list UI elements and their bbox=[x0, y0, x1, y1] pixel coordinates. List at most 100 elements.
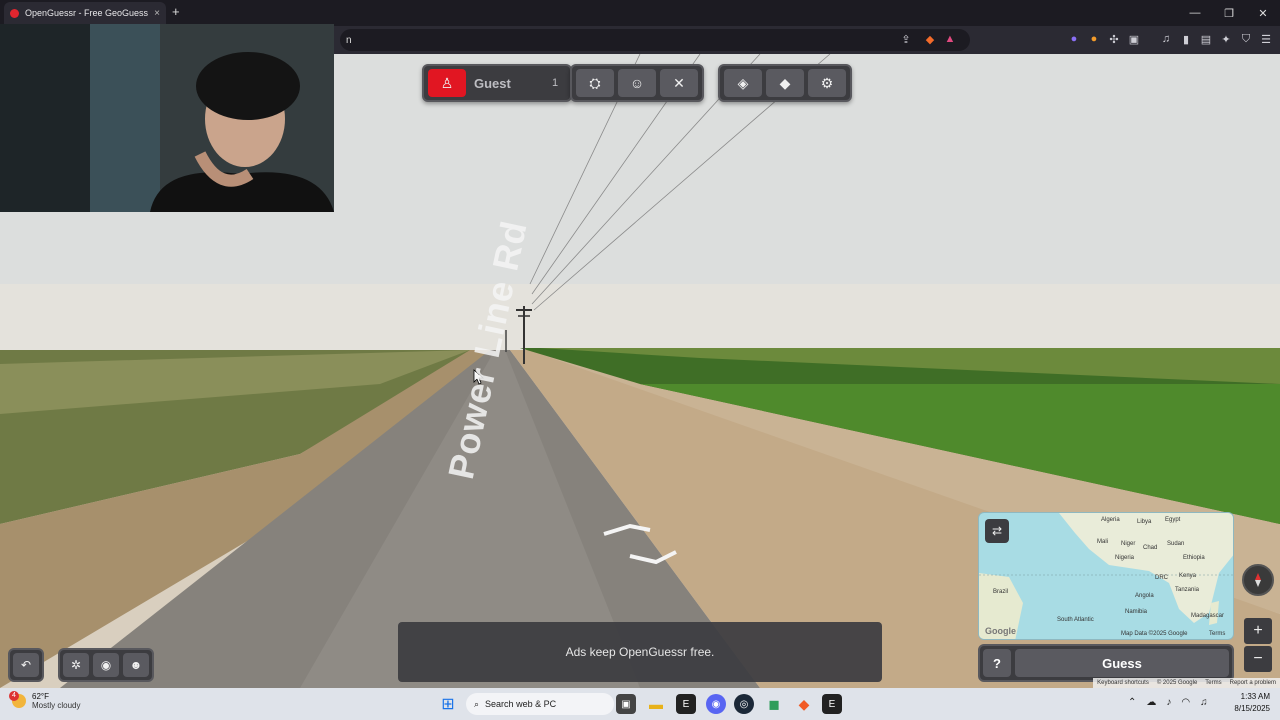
taskbar-search[interactable]: ⌕ Search web & PC bbox=[466, 693, 614, 715]
clock[interactable]: 1:33 AM 8/15/2025 bbox=[1234, 691, 1270, 715]
browser-tab-bar: OpenGuessr - Free GeoGuessr A × + — ❐ ✕ bbox=[0, 0, 1280, 26]
onedrive-icon[interactable]: ☁ bbox=[1146, 697, 1156, 708]
zoom-in-button[interactable]: + bbox=[1244, 618, 1272, 644]
layers-icon: ◈ bbox=[737, 74, 749, 91]
leo-ai-icon[interactable]: ✦ bbox=[1218, 31, 1234, 47]
google-logo: Google bbox=[985, 626, 1016, 636]
wallet-icon[interactable]: ▤ bbox=[1198, 31, 1214, 47]
map-label: Chad bbox=[1143, 545, 1158, 551]
map-label: Niger bbox=[1121, 541, 1136, 547]
rewards-icon[interactable]: ▲ bbox=[942, 31, 958, 47]
multiplayer-button[interactable]: ☺ bbox=[618, 69, 656, 97]
map-label: Egypt bbox=[1165, 517, 1181, 523]
map-label: DRC bbox=[1155, 575, 1168, 581]
map-label: Sudan bbox=[1167, 541, 1185, 547]
zoom-out-button[interactable]: − bbox=[1244, 646, 1272, 672]
maximize-button[interactable]: ❐ bbox=[1212, 0, 1246, 26]
player-group: ♙ Guest 1 bbox=[422, 64, 572, 102]
discord-icon: ◉ bbox=[100, 658, 112, 672]
map-label: Algeria bbox=[1101, 517, 1120, 523]
map-label: Mali bbox=[1097, 539, 1109, 545]
google-footer: Keyboard shortcuts © 2025 Google Terms R… bbox=[1093, 678, 1280, 688]
discord-button[interactable]: ◉ bbox=[93, 653, 119, 677]
sidebar-icon[interactable]: ▮ bbox=[1178, 31, 1194, 47]
leaderboard-button[interactable]: ⛭ bbox=[576, 69, 614, 97]
keyboard-shortcuts-link[interactable]: Keyboard shortcuts bbox=[1097, 680, 1149, 686]
map-options-button[interactable]: ⇄ bbox=[985, 519, 1009, 543]
volume-icon[interactable]: ♫ bbox=[1200, 697, 1208, 708]
clock-time: 1:33 AM bbox=[1240, 692, 1270, 701]
microphone-icon[interactable]: ♪ bbox=[1166, 697, 1171, 708]
wifi-icon[interactable]: ◠ bbox=[1181, 697, 1190, 708]
share-icon[interactable]: ⇪ bbox=[898, 31, 914, 47]
start-menu-icon[interactable]: ⊞ bbox=[438, 694, 458, 714]
bug-icon: ✲ bbox=[70, 658, 82, 672]
compass-button[interactable] bbox=[1242, 564, 1274, 596]
undo-arrow-icon: ↶ bbox=[20, 658, 32, 672]
report-bug-button[interactable]: ✲ bbox=[63, 653, 89, 677]
screenshot-icon[interactable]: ▣ bbox=[1126, 31, 1142, 47]
tab-close-icon[interactable]: × bbox=[154, 8, 160, 19]
url-text: n bbox=[346, 34, 352, 46]
help-button[interactable]: ? bbox=[983, 649, 1011, 677]
extension-2-icon[interactable]: ● bbox=[1086, 31, 1102, 47]
battle-button[interactable]: ✕ bbox=[660, 69, 698, 97]
crossed-swords-icon: ✕ bbox=[673, 74, 685, 91]
podium-icon: ⛭ bbox=[589, 74, 601, 91]
brave-shield-icon[interactable]: ◆ bbox=[922, 31, 938, 47]
steam-icon[interactable]: ◎ bbox=[734, 694, 754, 714]
minimize-button[interactable]: — bbox=[1178, 0, 1212, 26]
graduation-cap-icon: ◆ bbox=[779, 74, 791, 91]
vpn-icon[interactable]: ⛉ bbox=[1238, 31, 1254, 47]
terms-link[interactable]: Terms bbox=[1205, 680, 1221, 686]
compass-needle-icon bbox=[1255, 573, 1261, 587]
learn-button[interactable]: ◆ bbox=[766, 69, 804, 97]
clock-date: 8/15/2025 bbox=[1234, 704, 1270, 713]
map-terms-link[interactable]: Terms bbox=[1209, 631, 1225, 637]
menu-icon[interactable]: ☰ bbox=[1258, 31, 1274, 47]
mode-group: ⛭ ☺ ✕ bbox=[570, 64, 704, 102]
settings-button[interactable]: ⚙ bbox=[808, 69, 846, 97]
window-controls: — ❐ ✕ bbox=[1178, 0, 1280, 26]
map-label: Madagascar bbox=[1191, 613, 1225, 619]
reddit-button[interactable]: ☻ bbox=[123, 653, 149, 677]
xbox-app-icon[interactable]: ◼ bbox=[764, 694, 784, 714]
map-data-credit: Map Data ©2025 Google bbox=[1121, 631, 1188, 637]
epic-launcher-icon[interactable]: E bbox=[822, 694, 842, 714]
url-field[interactable]: n bbox=[340, 29, 970, 51]
task-view-icon[interactable]: ▣ bbox=[616, 694, 636, 714]
search-placeholder: Search web & PC bbox=[485, 699, 557, 709]
music-icon[interactable]: ♫ bbox=[1158, 31, 1174, 47]
social-group: ✲ ◉ ☻ bbox=[58, 648, 154, 682]
map-label: Kenya bbox=[1179, 573, 1197, 579]
epic-games-icon[interactable]: E bbox=[676, 694, 696, 714]
gear-icon: ⚙ bbox=[820, 74, 834, 91]
chevron-up-icon[interactable]: ⌃ bbox=[1128, 697, 1136, 708]
guess-minimap[interactable]: Algeria Libya Egypt Mali Niger Chad Suda… bbox=[978, 512, 1234, 640]
map-label: Libya bbox=[1137, 519, 1152, 525]
add-friend-button[interactable]: ♙ bbox=[428, 69, 466, 97]
users-icon: ☺ bbox=[629, 75, 645, 91]
report-problem-link[interactable]: Report a problem bbox=[1230, 680, 1276, 686]
file-explorer-icon[interactable]: ▬ bbox=[646, 694, 666, 714]
return-group: ↶ bbox=[8, 648, 44, 682]
weather-cloud-sun-icon: 4 bbox=[9, 691, 26, 708]
maps-button[interactable]: ◈ bbox=[724, 69, 762, 97]
puzzle-icon[interactable]: ✣ bbox=[1106, 31, 1122, 47]
webcam-feed-image bbox=[0, 24, 334, 212]
discord-app-icon[interactable]: ◉ bbox=[706, 694, 726, 714]
reddit-icon: ☻ bbox=[129, 658, 143, 672]
player-name: Guest bbox=[474, 75, 511, 91]
copyright-text: © 2025 Google bbox=[1156, 680, 1198, 686]
guess-button[interactable]: Guess bbox=[1015, 649, 1229, 677]
browser-tab[interactable]: OpenGuessr - Free GeoGuessr A × bbox=[4, 2, 166, 24]
new-tab-button[interactable]: + bbox=[172, 4, 180, 19]
player-level: 1 bbox=[551, 77, 559, 89]
brave-browser-icon[interactable]: ◆ bbox=[794, 694, 814, 714]
map-label: Tanzania bbox=[1175, 587, 1200, 593]
extension-icon[interactable]: ● bbox=[1066, 31, 1082, 47]
weather-widget[interactable]: 4 62°F Mostly cloudy bbox=[9, 691, 80, 710]
return-to-start-button[interactable]: ↶ bbox=[13, 653, 39, 677]
close-window-button[interactable]: ✕ bbox=[1246, 0, 1280, 26]
guess-bar: ? Guess bbox=[978, 644, 1234, 682]
